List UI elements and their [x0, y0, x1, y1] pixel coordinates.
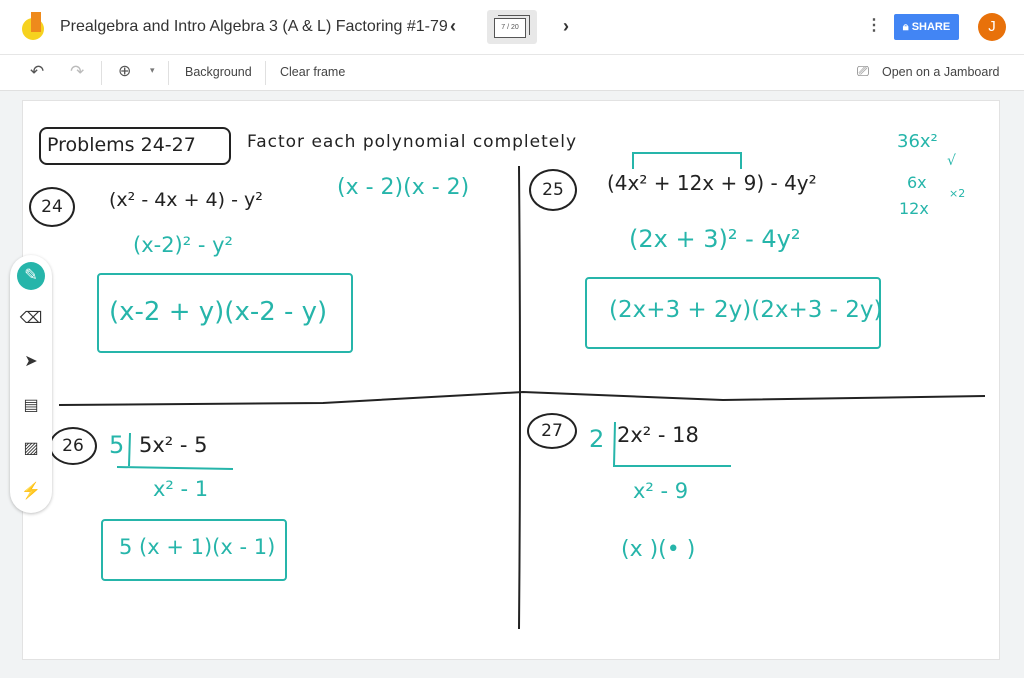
top-bar: Prealgebra and Intro Algebra 3 (A & L) F… [0, 0, 1024, 55]
instruction: Factor each polynomial completely [247, 132, 578, 152]
frame-bar-button[interactable]: 7 / 20 [487, 10, 537, 44]
undo-icon[interactable]: ↶ [30, 62, 44, 82]
cast-icon: ⎚ [857, 63, 870, 80]
more-options-icon[interactable]: ⋮ [866, 15, 882, 35]
share-button[interactable]: 🔒︎ SHARE [894, 14, 959, 40]
divider [265, 61, 266, 85]
p27-quotient: x² - 9 [633, 479, 689, 503]
heading: Problems 24-27 [47, 134, 196, 156]
p26-answer: 5 (x + 1)(x - 1) [119, 535, 276, 559]
zoom-dropdown-icon[interactable]: ▾ [150, 65, 155, 76]
clear-frame-button[interactable]: Clear frame [280, 65, 345, 79]
p25-note-check: √ [947, 153, 956, 169]
p27-factor: 2 [589, 425, 605, 453]
sticky-note-tool-icon[interactable]: ▤ [17, 392, 45, 420]
zoom-icon[interactable]: ⊕ [118, 61, 131, 81]
p26-quotient: x² - 1 [153, 477, 209, 501]
p24-expression: (x² - 4x + 4) - y² [109, 189, 263, 211]
p26-factor: 5 [109, 431, 125, 459]
p25-note-6x: 6x [907, 173, 927, 192]
p26-expression: 5x² - 5 [139, 433, 208, 457]
p24-step: (x-2)² - y² [133, 233, 233, 257]
p25-note-times2: ×2 [949, 187, 966, 200]
whiteboard-canvas[interactable]: Problems 24-27 Factor each polynomial co… [22, 100, 1000, 660]
divider [168, 61, 169, 85]
p25-note-12x: 12x [899, 199, 929, 218]
toolbar: ↶ ↷ ⊕ ▾ Background Clear frame ⎚ Open on… [0, 55, 1024, 91]
divider [101, 61, 102, 85]
problem-number-26: 26 [49, 427, 97, 465]
avatar[interactable]: J [978, 13, 1006, 41]
laser-tool-icon[interactable]: ⚡ [17, 478, 45, 506]
p25-answer: (2x+3 + 2y)(2x+3 - 2y) [609, 297, 883, 323]
p25-expression: (4x² + 12x + 9) - 4y² [607, 171, 817, 195]
p27-partial: (x )(• ) [621, 537, 696, 562]
problem-number-27: 27 [527, 413, 577, 449]
horizontal-divider-line [58, 390, 986, 406]
document-title[interactable]: Prealgebra and Intro Algebra 3 (A & L) F… [60, 18, 448, 36]
p27-expression: 2x² - 18 [617, 423, 699, 447]
image-tool-icon[interactable]: ▨ [17, 435, 45, 463]
eraser-tool-icon[interactable]: ⌫ [17, 305, 45, 333]
background-button[interactable]: Background [185, 65, 252, 79]
redo-icon[interactable]: ↷ [70, 62, 84, 82]
jamboard-logo-mark [31, 12, 41, 32]
vertical-divider-line [518, 165, 521, 630]
p25-note-36x2: 36x² [897, 131, 938, 152]
problem-number-24: 24 [29, 187, 75, 227]
tool-palette: ✎ ⌫ ➤ ▤ ▨ ⚡ [10, 255, 52, 513]
frame-indicator: 7 / 20 [494, 18, 526, 38]
division-bar-26 [116, 466, 234, 470]
p24-answer: (x-2 + y)(x-2 - y) [109, 297, 328, 327]
lock-icon: 🔒︎ [902, 21, 912, 33]
p24-side-work: (x - 2)(x - 2) [337, 175, 470, 200]
grouping-bracket-25 [632, 152, 742, 169]
select-tool-icon[interactable]: ➤ [17, 348, 45, 376]
next-frame-icon[interactable]: › [563, 16, 569, 37]
share-label: SHARE [911, 21, 951, 33]
division-bracket-26 [128, 432, 131, 467]
problem-number-25: 25 [529, 169, 577, 211]
pen-tool-icon[interactable]: ✎ [17, 262, 45, 290]
previous-frame-icon[interactable]: ‹ [450, 16, 456, 37]
open-on-jamboard-button[interactable]: Open on a Jamboard [882, 65, 999, 79]
p25-step: (2x + 3)² - 4y² [629, 225, 801, 253]
